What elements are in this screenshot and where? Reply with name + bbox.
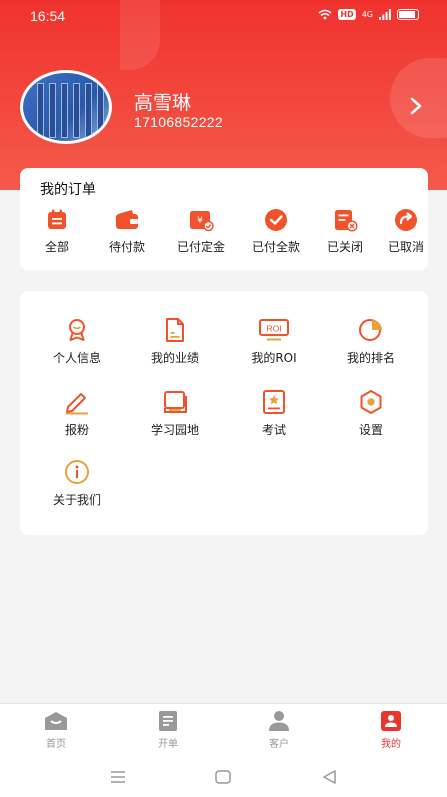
tab-customers[interactable]: 客户: [239, 710, 319, 754]
pencil-icon: [66, 393, 88, 415]
home-button-icon[interactable]: [213, 767, 233, 787]
about-us-button[interactable]: 关于我们: [32, 459, 122, 521]
service-label: 设置: [358, 423, 383, 437]
order-cancelled-button[interactable]: 已取消: [369, 208, 443, 264]
wallet-icon: [116, 210, 138, 229]
user-phone: 17106852222: [134, 114, 223, 130]
order-pending-payment-button[interactable]: 待付款: [90, 208, 164, 264]
order-status-row: 全部 待付款 ¥ 已付定金 已付全款 已关闭 已取消: [20, 208, 428, 264]
my-ranking-button[interactable]: 我的排名: [326, 317, 416, 379]
battery-icon: [397, 9, 419, 20]
info-icon: [65, 460, 89, 484]
report-fans-button[interactable]: 报粉: [32, 389, 122, 451]
document-icon: [166, 318, 184, 342]
cancel-arrow-icon: [395, 209, 417, 231]
avatar-detail: [61, 83, 68, 138]
pie-chart-icon: [359, 319, 382, 341]
orders-card: 我的订单 全部 待付款 ¥ 已付定金 已付全款 已关闭 已取消: [20, 168, 428, 270]
order-fully-paid-button[interactable]: 已付全款: [239, 208, 313, 264]
network-type: 4G: [361, 10, 373, 19]
book-icon: [164, 391, 187, 413]
avatar-detail: [85, 83, 92, 138]
order-label: 待付款: [108, 240, 145, 254]
order-label: 已付定金: [176, 240, 225, 254]
avatar-detail: [73, 83, 80, 138]
learning-center-button[interactable]: 学习园地: [130, 389, 220, 451]
service-label: 学习园地: [150, 423, 199, 437]
svg-text:ROI: ROI: [266, 324, 281, 334]
tab-mine[interactable]: 我的: [351, 710, 431, 754]
profile-card-icon: [381, 711, 401, 731]
order-deposit-paid-button[interactable]: ¥ 已付定金: [164, 208, 238, 264]
profile-summary[interactable]: 高雪琳 17106852222: [20, 70, 430, 144]
settings-hexagon-icon: [360, 390, 382, 414]
roi-icon: ROI: [259, 319, 289, 341]
service-label: 我的排名: [346, 351, 395, 365]
order-label: 已取消: [387, 240, 424, 254]
system-nav-bar: [0, 757, 447, 797]
order-label: 全部: [44, 240, 69, 254]
exam-button[interactable]: 考试: [229, 389, 319, 451]
tab-create-order[interactable]: 开单: [128, 710, 208, 754]
service-label: 关于我们: [52, 493, 101, 507]
status-bar: 16:54 HD 4G: [0, 0, 447, 34]
tab-label: 首页: [46, 739, 66, 750]
wifi-icon: [318, 9, 332, 20]
home-icon: [45, 712, 67, 730]
status-icons: HD 4G: [318, 9, 419, 20]
order-label: 已付全款: [251, 240, 300, 254]
avatar-detail: [37, 83, 44, 138]
medal-icon: [69, 319, 85, 341]
service-label: 考试: [261, 423, 286, 437]
svg-text:¥: ¥: [197, 216, 203, 226]
user-name: 高雪琳: [134, 92, 192, 114]
my-performance-button[interactable]: 我的业绩: [130, 317, 220, 379]
deposit-icon: ¥: [190, 211, 214, 232]
service-label: 报粉: [64, 423, 89, 437]
back-icon[interactable]: [320, 767, 340, 787]
personal-info-button[interactable]: 个人信息: [32, 317, 122, 379]
chevron-right-icon[interactable]: [406, 96, 426, 116]
services-card: 个人信息 我的业绩 ROI 我的ROI 我的排名 报粉 学习园地 考试 设置 关…: [20, 291, 428, 535]
status-time: 16:54: [30, 8, 66, 24]
signal-icon: [379, 9, 391, 20]
exam-icon: [263, 390, 285, 414]
avatar-detail: [49, 83, 56, 138]
person-icon: [269, 711, 289, 731]
hd-badge: HD: [338, 9, 356, 20]
my-roi-button[interactable]: ROI 我的ROI: [229, 317, 319, 379]
avatar[interactable]: [20, 70, 112, 144]
check-circle-icon: [265, 209, 287, 231]
doc-close-icon: [335, 210, 358, 232]
calendar-icon: [48, 209, 66, 229]
tab-label: 开单: [158, 739, 178, 750]
service-label: 我的业绩: [150, 351, 199, 365]
avatar-detail: [97, 83, 104, 138]
order-form-icon: [159, 711, 177, 731]
menu-icon[interactable]: [108, 767, 128, 787]
tab-home[interactable]: 首页: [16, 710, 96, 754]
bottom-tab-bar: 首页 开单 客户 我的: [0, 703, 447, 757]
orders-title: 我的订单: [40, 182, 96, 198]
tab-label: 我的: [381, 739, 401, 750]
service-label: 个人信息: [52, 351, 101, 365]
settings-button[interactable]: 设置: [326, 389, 416, 451]
service-label: 我的ROI: [251, 351, 297, 365]
tab-label: 客户: [269, 739, 289, 750]
order-all-button[interactable]: 全部: [20, 208, 94, 264]
